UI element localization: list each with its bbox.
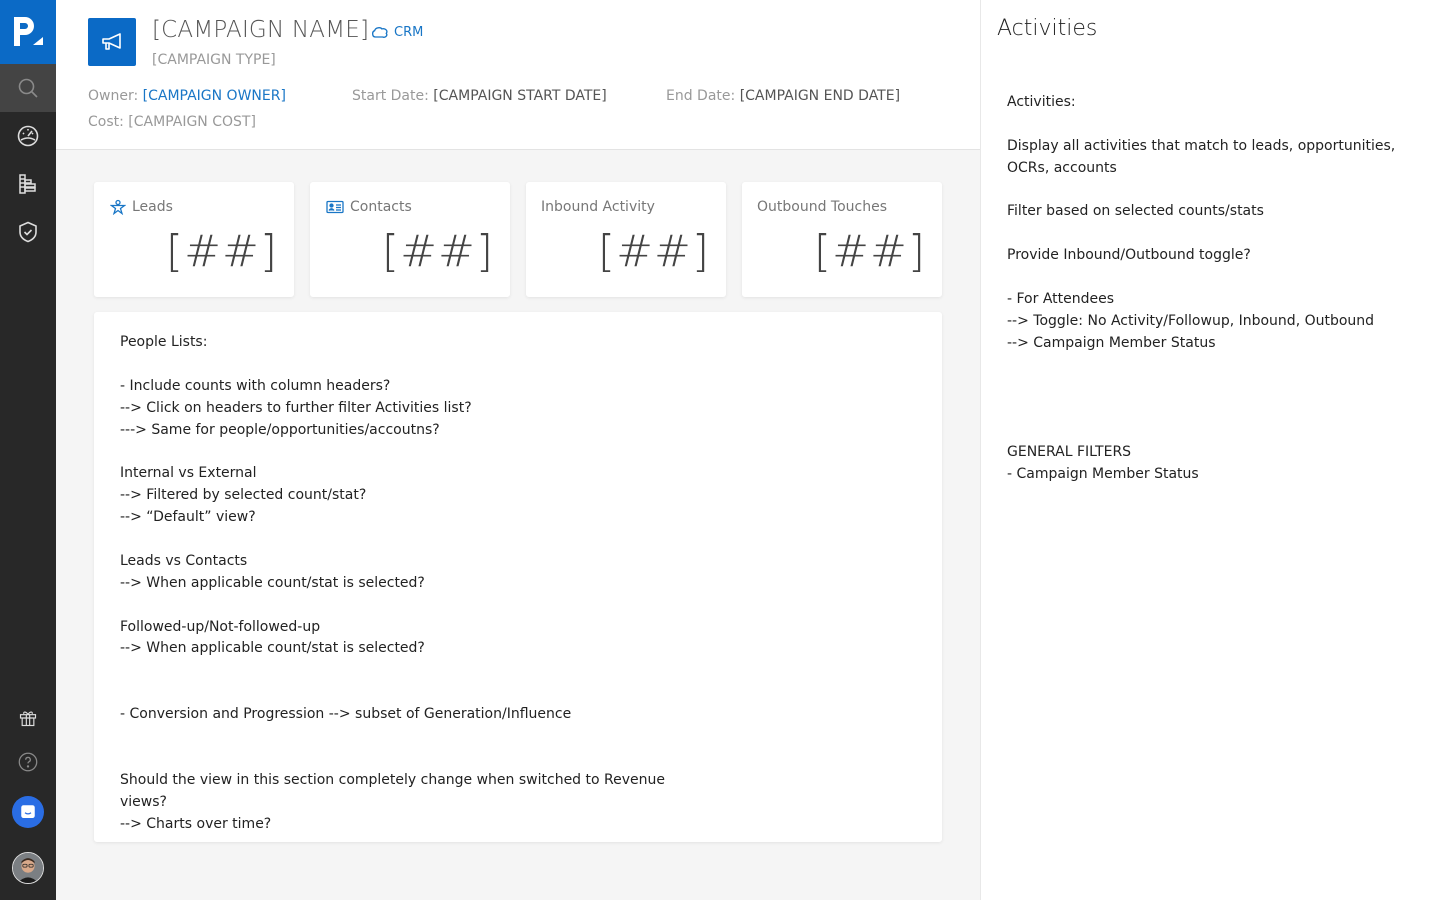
note-line [1007,355,1395,377]
speedometer-icon [17,125,39,147]
user-photo-icon [13,853,43,883]
note-line: --> Click on headers to further filter A… [120,399,472,416]
stat-card-label: Inbound Activity [541,199,655,215]
chat-button[interactable] [12,796,44,828]
note-line [120,441,916,463]
stat-card-value: [##] [381,226,494,277]
note-line: GENERAL FILTERS [1007,444,1132,461]
note-line [120,529,916,551]
note-line: Display all activities that match to lea… [1007,137,1396,154]
note-line [120,595,916,617]
cost-field: Cost: [CAMPAIGN COST] [88,114,256,130]
gift-icon [19,711,37,727]
note-line: Activities: [1007,94,1076,110]
note-line [1007,377,1395,399]
contact-card-icon [326,200,344,214]
nav-gifts[interactable] [0,694,56,742]
activities-title: Activities [997,16,1098,41]
note-line: views? [120,793,167,810]
start-date-value: [CAMPAIGN START DATE] [433,88,607,104]
stat-card-label: Contacts [326,199,412,215]
note-line: - For Attendees [1007,291,1115,308]
note-line: Leads vs Contacts [120,552,248,569]
note-line [120,354,916,376]
stat-card-leads[interactable]: Leads [##] [94,182,294,297]
note-line: - Include counts with column headers? [120,377,391,394]
note-line: - Conversion and Progression --> subset … [120,706,572,723]
note-line: --> Charts over time? [120,815,272,832]
search-icon [18,78,38,98]
app-logo[interactable] [0,0,56,64]
cost-value: [CAMPAIGN COST] [128,114,256,130]
note-line [1007,398,1395,420]
note-line [1007,114,1395,136]
note-line [120,660,916,682]
avatar[interactable] [12,852,44,884]
stat-card-label: Leads [110,199,173,215]
note-line: Provide Inbound/Outbound toggle? [1007,247,1251,264]
note-line: - Campaign Member Status [1007,466,1199,483]
note-line: --> Toggle: No Activity/Followup, Inboun… [1007,312,1375,329]
note-line: Internal vs External [120,465,257,482]
end-date-label: End Date: [666,88,736,104]
chat-icon [21,805,35,818]
campaign-type-badge [88,18,136,66]
cost-label: Cost: [88,114,124,130]
logo-icon [14,17,43,46]
question-circle-icon [18,752,38,772]
people-lists-notes: People Lists: - Include counts with colum… [94,312,942,842]
nav-reports[interactable] [0,160,56,208]
note-line: Should the view in this section complete… [120,771,665,788]
owner-link[interactable]: [CAMPAIGN OWNER] [143,88,286,104]
note-line: --> When applicable count/stat is select… [120,640,425,657]
start-date-label: Start Date: [352,88,429,104]
activities-panel: Activities Activities: Display all activi… [980,0,1440,900]
note-line: ---> Same for people/opportunities/accou… [120,421,440,438]
note-line [1007,267,1395,289]
stat-card-contacts[interactable]: Contacts [##] [310,182,510,297]
note-line [1007,180,1395,202]
end-date-field: End Date: [CAMPAIGN END DATE] [666,88,900,104]
note-line: Followed-up/Not-followed-up [120,618,321,635]
campaign-header: [CAMPAIGN NAME] CRM [CAMPAIGN TYPE] Owne… [56,0,980,150]
stat-card-label: Outbound Touches [757,199,888,215]
list-bars-icon [19,174,36,194]
note-line [120,682,916,704]
note-line: --> When applicable count/stat is select… [120,574,425,591]
note-line [1007,223,1395,245]
activities-notes: Activities: Display all activities that m… [1007,92,1395,486]
sidebar [0,0,56,900]
crm-link-label[interactable]: CRM [394,25,423,40]
campaign-type: [CAMPAIGN TYPE] [152,52,276,68]
nav-security[interactable] [0,208,56,256]
stat-card-inbound-activity[interactable]: Inbound Activity [##] [526,182,726,297]
shield-check-icon [19,221,37,243]
note-line: Filter based on selected counts/stats [1007,203,1264,220]
crm-link[interactable]: CRM [371,25,423,40]
campaign-name: [CAMPAIGN NAME] [152,17,370,43]
lead-icon [110,199,126,215]
stat-card-value: [##] [597,226,710,277]
note-line: --> Filtered by selected count/stat? [120,487,367,504]
note-line: --> “Default” view? [120,509,256,526]
nav-help[interactable] [0,738,56,786]
note-line: --> Campaign Member Status [1007,334,1216,351]
nav-search[interactable] [0,64,56,112]
note-line: People Lists: [120,334,208,350]
end-date-value: [CAMPAIGN END DATE] [739,88,901,104]
cloud-icon [372,27,388,38]
nav-dashboard[interactable] [0,112,56,160]
stat-card-outbound-touches[interactable]: Outbound Touches [##] [742,182,942,297]
note-line [120,748,916,770]
stat-card-value: [##] [165,226,278,277]
note-line: OCRs, accounts [1007,159,1117,176]
note-line [1007,420,1395,442]
megaphone-icon [102,33,121,50]
owner-field: Owner: [CAMPAIGN OWNER] [88,88,286,104]
note-line [120,726,916,748]
notes-text: People Lists: - Include counts with colum… [120,332,916,835]
stat-card-value: [##] [813,226,926,277]
owner-label: Owner: [88,88,139,104]
start-date-field: Start Date: [CAMPAIGN START DATE] [352,88,607,104]
